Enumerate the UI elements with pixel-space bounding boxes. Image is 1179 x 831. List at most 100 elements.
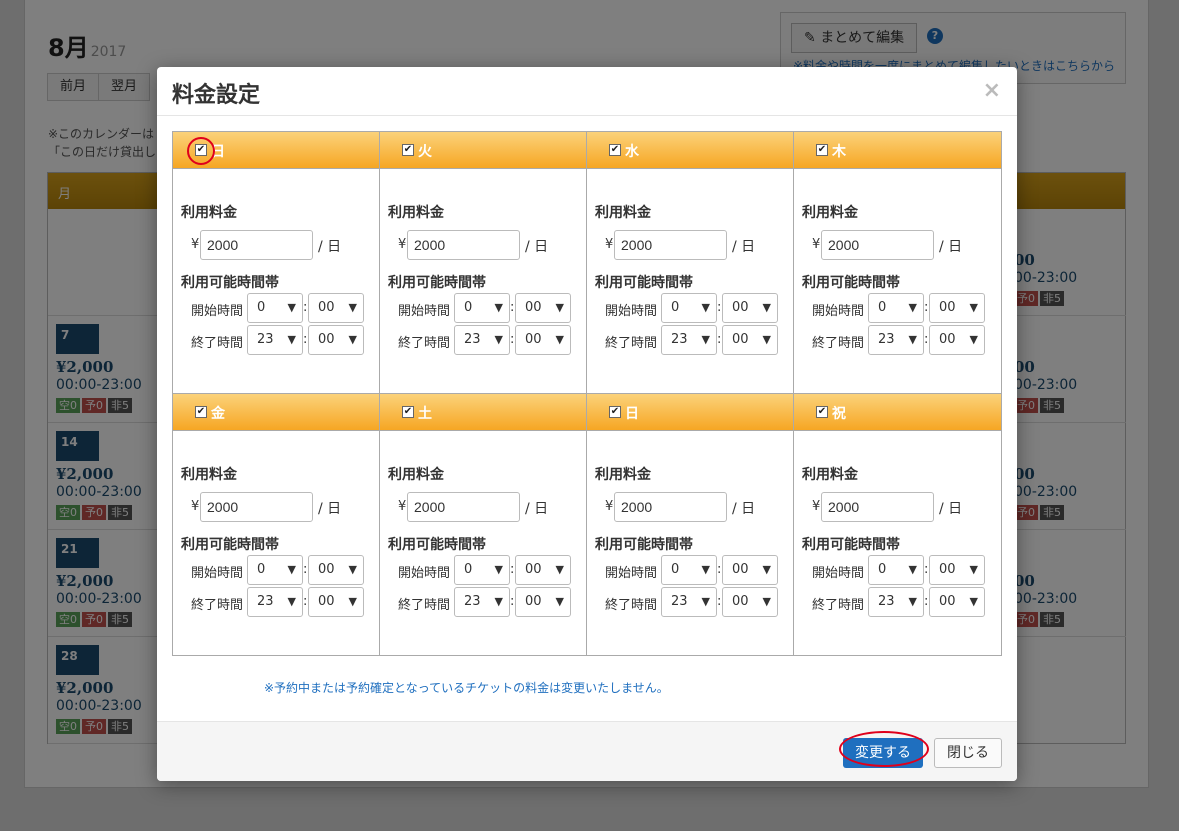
- chevron-down-icon: ▼: [287, 563, 296, 576]
- end-minute-select[interactable]: 00 ▼: [929, 325, 985, 355]
- start-hour-select[interactable]: 0 ▼: [868, 555, 924, 585]
- day-checkbox[interactable]: ✔: [402, 406, 414, 418]
- start-minute-select[interactable]: 00 ▼: [515, 555, 571, 585]
- day-checkbox[interactable]: ✔: [402, 144, 414, 156]
- end-minute-select[interactable]: 00 ▼: [308, 587, 364, 617]
- yen-label: ¥: [812, 499, 821, 514]
- end-minute-select[interactable]: 00 ▼: [515, 587, 571, 617]
- end-minute-value: 00: [732, 594, 749, 609]
- start-minute-select[interactable]: 00 ▼: [929, 555, 985, 585]
- fee-label: 利用料金: [388, 205, 444, 221]
- end-hour-select[interactable]: 23 ▼: [868, 587, 924, 617]
- start-minute-select[interactable]: 00 ▼: [929, 293, 985, 323]
- end-hour-select[interactable]: 23 ▼: [454, 325, 510, 355]
- fee-input[interactable]: 2000: [200, 492, 313, 522]
- end-hour-select[interactable]: 23 ▼: [247, 587, 303, 617]
- per-day-label: / 日: [939, 239, 963, 255]
- chevron-down-icon: ▼: [494, 563, 503, 576]
- start-hour-select[interactable]: 0 ▼: [247, 293, 303, 323]
- day-header: ✔ 日: [587, 394, 793, 431]
- end-minute-select[interactable]: 00 ▼: [722, 587, 778, 617]
- start-time-label: 開始時間: [812, 566, 865, 581]
- available-hours-label: 利用可能時間帯: [595, 537, 693, 553]
- start-minute-select[interactable]: 00 ▼: [722, 555, 778, 585]
- end-minute-value: 00: [318, 332, 335, 347]
- day-checkbox[interactable]: ✔: [609, 406, 621, 418]
- time-colon: :: [717, 300, 722, 315]
- start-hour-value: 0: [257, 300, 266, 315]
- end-hour-select[interactable]: 23 ▼: [247, 325, 303, 355]
- fee-input[interactable]: 2000: [407, 492, 520, 522]
- start-hour-select[interactable]: 0 ▼: [868, 293, 924, 323]
- chevron-down-icon: ▼: [969, 333, 978, 346]
- close-icon[interactable]: ×: [983, 78, 1001, 103]
- day-header: ✔ 日: [173, 132, 379, 169]
- start-hour-select[interactable]: 0 ▼: [661, 555, 717, 585]
- chevron-down-icon: ▼: [701, 563, 710, 576]
- chevron-down-icon: ▼: [555, 333, 564, 346]
- start-time-label: 開始時間: [398, 304, 451, 319]
- end-time-label: 終了時間: [812, 598, 865, 613]
- start-hour-select[interactable]: 0 ▼: [247, 555, 303, 585]
- start-minute-value: 00: [525, 562, 542, 577]
- start-hour-select[interactable]: 0 ▼: [661, 293, 717, 323]
- day-header: ✔ 火: [380, 132, 586, 169]
- day-checkbox[interactable]: ✔: [816, 144, 828, 156]
- end-hour-select[interactable]: 23 ▼: [661, 587, 717, 617]
- end-minute-select[interactable]: 00 ▼: [515, 325, 571, 355]
- fee-label: 利用料金: [802, 205, 858, 221]
- chevron-down-icon: ▼: [762, 595, 771, 608]
- fee-input[interactable]: 2000: [200, 230, 313, 260]
- end-hour-select[interactable]: 23 ▼: [661, 325, 717, 355]
- available-hours-label: 利用可能時間帯: [802, 537, 900, 553]
- yen-label: ¥: [191, 499, 200, 514]
- fee-input[interactable]: 2000: [614, 492, 727, 522]
- fee-input[interactable]: 2000: [614, 230, 727, 260]
- chevron-down-icon: ▼: [969, 595, 978, 608]
- fee-input[interactable]: 2000: [821, 492, 934, 522]
- start-minute-value: 00: [318, 562, 335, 577]
- fee-input[interactable]: 2000: [407, 230, 520, 260]
- yen-label: ¥: [812, 237, 821, 252]
- end-time-label: 終了時間: [191, 336, 244, 351]
- close-button[interactable]: 閉じる: [934, 738, 1002, 768]
- chevron-down-icon: ▼: [701, 595, 710, 608]
- submit-change-button[interactable]: 変更する: [843, 738, 923, 768]
- day-label: 木: [832, 144, 846, 160]
- day-checkbox[interactable]: ✔: [195, 406, 207, 418]
- chevron-down-icon: ▼: [762, 333, 771, 346]
- end-hour-select[interactable]: 23 ▼: [454, 587, 510, 617]
- time-colon: :: [303, 332, 308, 347]
- end-hour-value: 23: [671, 594, 688, 609]
- fee-label: 利用料金: [181, 467, 237, 483]
- time-colon: :: [510, 562, 515, 577]
- fee-input[interactable]: 2000: [821, 230, 934, 260]
- time-colon: :: [510, 332, 515, 347]
- day-panel: ✔ 日利用料金 ¥2000/ 日利用可能時間帯 開始時間 0 ▼:00 ▼ 終了時間 23 ▼:0…: [587, 394, 794, 656]
- day-checkbox[interactable]: ✔: [609, 144, 621, 156]
- start-minute-select[interactable]: 00 ▼: [308, 555, 364, 585]
- chevron-down-icon: ▼: [555, 563, 564, 576]
- start-hour-select[interactable]: 0 ▼: [454, 555, 510, 585]
- day-checkbox[interactable]: ✔: [195, 144, 207, 156]
- end-hour-value: 23: [878, 594, 895, 609]
- modal-title: 料金設定: [172, 83, 261, 108]
- start-hour-select[interactable]: 0 ▼: [454, 293, 510, 323]
- end-minute-select[interactable]: 00 ▼: [308, 325, 364, 355]
- end-minute-select[interactable]: 00 ▼: [722, 325, 778, 355]
- start-minute-select[interactable]: 00 ▼: [515, 293, 571, 323]
- end-minute-value: 00: [939, 594, 956, 609]
- time-colon: :: [510, 300, 515, 315]
- end-minute-select[interactable]: 00 ▼: [929, 587, 985, 617]
- start-minute-select[interactable]: 00 ▼: [722, 293, 778, 323]
- chevron-down-icon: ▼: [494, 595, 503, 608]
- day-settings-grid: ✔ 日利用料金 ¥2000/ 日利用可能時間帯 開始時間 0 ▼:00 ▼ 終了時間 23 ▼:0…: [172, 131, 1002, 656]
- time-colon: :: [510, 594, 515, 609]
- end-hour-value: 23: [257, 332, 274, 347]
- day-checkbox[interactable]: ✔: [816, 406, 828, 418]
- fee-label: 利用料金: [388, 467, 444, 483]
- end-hour-select[interactable]: 23 ▼: [868, 325, 924, 355]
- time-colon: :: [924, 562, 929, 577]
- chevron-down-icon: ▼: [348, 595, 357, 608]
- start-minute-select[interactable]: 00 ▼: [308, 293, 364, 323]
